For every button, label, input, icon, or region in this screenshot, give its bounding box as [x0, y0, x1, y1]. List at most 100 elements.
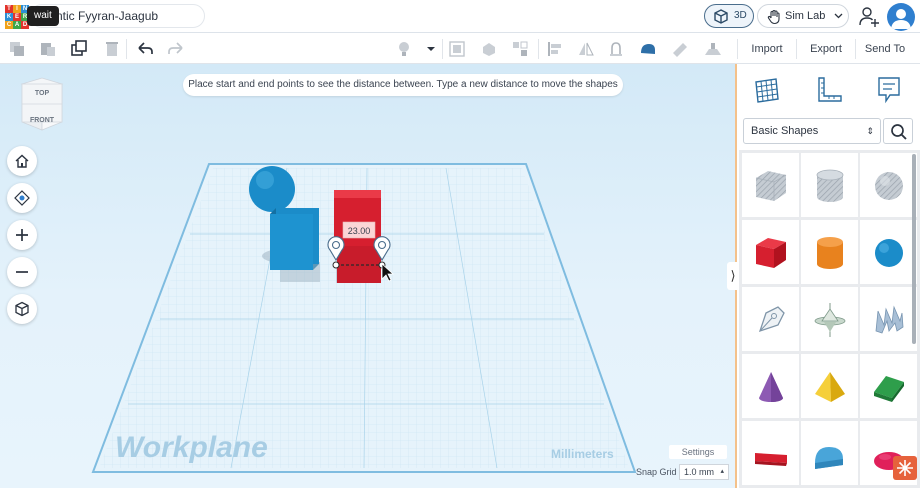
- snap-grid-select[interactable]: 1.0 mm ▴: [679, 464, 729, 480]
- snap-grid-value: 1.0 mm: [684, 467, 715, 477]
- delete-icon[interactable]: [102, 39, 122, 59]
- toolbar-divider: [796, 39, 797, 59]
- toolbar-divider: [737, 39, 738, 59]
- blue-box-shape[interactable]: [270, 208, 319, 270]
- shape-sphere[interactable]: [860, 220, 917, 284]
- plus-icon: [16, 229, 28, 241]
- ruler-icon[interactable]: [670, 39, 690, 59]
- shape-box-hole[interactable]: [742, 153, 799, 217]
- hole-icon[interactable]: [510, 39, 530, 59]
- shape-pyramid[interactable]: [801, 354, 858, 418]
- shape-text[interactable]: [742, 421, 799, 485]
- pyramid-icon: [815, 372, 845, 402]
- toolbar-divider: [126, 39, 127, 59]
- home-view-button[interactable]: [7, 146, 37, 176]
- shape-grid: [739, 150, 920, 488]
- snap-grid-caret: ▴: [720, 468, 724, 475]
- copy-icon[interactable]: [7, 39, 27, 59]
- workplane-tool-icon[interactable]: [703, 39, 723, 59]
- view-3d-button[interactable]: 3D: [704, 4, 754, 28]
- shape-text-wave[interactable]: [860, 287, 917, 351]
- grid-view-tab-icon[interactable]: [751, 74, 783, 106]
- dropdown-caret: ⇕: [866, 126, 874, 136]
- sphere-icon: [875, 239, 903, 267]
- duplicate-icon[interactable]: [69, 39, 89, 59]
- shape-shape-generator[interactable]: [801, 287, 858, 351]
- import-button[interactable]: Import: [742, 37, 792, 61]
- cube-outline-icon: [15, 301, 29, 317]
- paste-icon[interactable]: [38, 39, 58, 59]
- shape-half-cylinder[interactable]: [801, 421, 858, 485]
- sparkle-icon: [897, 460, 913, 476]
- zoom-in-button[interactable]: [7, 220, 37, 250]
- shape-cylinder-hole[interactable]: [801, 153, 858, 217]
- edit-toolbar: Import Export Send To: [0, 33, 920, 64]
- home-icon: [15, 154, 29, 168]
- sim-lab-button[interactable]: Sim Lab: [757, 4, 849, 28]
- group-icon[interactable]: [447, 39, 467, 59]
- blue-sphere-shape[interactable]: [249, 166, 295, 212]
- user-avatar[interactable]: [887, 3, 915, 31]
- sphere-hole-icon: [875, 172, 903, 200]
- panel-collapse-toggle[interactable]: ⟩: [727, 262, 739, 290]
- perspective-button[interactable]: [7, 294, 37, 324]
- hint-banner: Place start and end points to see the di…: [183, 74, 623, 96]
- zoom-out-button[interactable]: [7, 257, 37, 287]
- shape-roof[interactable]: [860, 354, 917, 418]
- view-cube-front-label: FRONT: [30, 117, 55, 124]
- box-icon: [756, 238, 786, 268]
- workplane-label: Workplane: [115, 431, 268, 464]
- shape-library-value: Basic Shapes: [751, 125, 819, 137]
- minus-icon: [16, 271, 28, 273]
- view-3d-label: 3D: [734, 10, 747, 21]
- ruler-tab-icon[interactable]: [813, 74, 845, 106]
- light-bulb-icon[interactable]: [394, 39, 414, 59]
- dropdown-arrow-icon[interactable]: [421, 39, 441, 59]
- roof-icon: [874, 376, 904, 402]
- units-label: Millimeters: [551, 447, 614, 461]
- toolbar-divider: [538, 39, 539, 59]
- user-avatar-icon: [891, 9, 911, 29]
- fit-view-icon: [14, 190, 30, 206]
- sim-lab-label: Sim Lab: [785, 10, 826, 22]
- undo-icon[interactable]: [135, 39, 155, 59]
- half-cylinder-icon: [815, 447, 843, 469]
- scribble-pen-icon: [758, 306, 785, 333]
- cruise-icon[interactable]: [606, 39, 626, 59]
- mirror-icon[interactable]: [576, 39, 596, 59]
- notes-tab-icon[interactable]: [873, 74, 905, 106]
- spark-badge-button[interactable]: [893, 456, 917, 480]
- invite-user-button[interactable]: [856, 4, 882, 30]
- shape-sphere-hole[interactable]: [860, 153, 917, 217]
- cylinder-hole-icon: [816, 169, 844, 202]
- add-user-icon: [859, 7, 879, 27]
- align-icon[interactable]: [545, 39, 565, 59]
- tinkercad-logo[interactable]: TIN KER CAD: [5, 5, 29, 29]
- design-workspace[interactable]: Workplane Millimeters 23.00 Place start …: [0, 64, 737, 488]
- wave-text-icon: [875, 305, 904, 334]
- measure-value-input[interactable]: 23.00: [348, 226, 371, 236]
- hand-icon: [767, 9, 780, 25]
- shape-search-button[interactable]: [883, 118, 913, 144]
- fit-view-button[interactable]: [7, 183, 37, 213]
- cube-icon: [714, 9, 728, 24]
- send-to-button[interactable]: Send To: [860, 37, 910, 61]
- box-hole-icon: [755, 171, 787, 201]
- redo-icon[interactable]: [166, 39, 186, 59]
- panel-scrollbar[interactable]: [912, 154, 916, 344]
- cylinder-icon: [817, 237, 843, 269]
- workplane-settings-button[interactable]: Settings: [669, 445, 727, 459]
- shape-box[interactable]: [742, 220, 799, 284]
- view-cube[interactable]: TOP FRONT: [20, 76, 64, 132]
- shape-library-dropdown[interactable]: Basic Shapes ⇕: [743, 118, 881, 144]
- export-button[interactable]: Export: [801, 37, 851, 61]
- workplane-scene[interactable]: Workplane Millimeters 23.00: [0, 64, 737, 488]
- shape-scribble[interactable]: [742, 287, 799, 351]
- shape-cylinder[interactable]: [801, 220, 858, 284]
- note-shape-icon[interactable]: [638, 39, 658, 59]
- tinkercad-app: TIN KER CAD ntic Fyyran-Jaagub wait 3D S…: [0, 0, 920, 488]
- cone-icon: [759, 372, 783, 402]
- ungroup-icon[interactable]: [479, 39, 499, 59]
- shape-cone[interactable]: [742, 354, 799, 418]
- chevron-down-icon: [834, 13, 843, 19]
